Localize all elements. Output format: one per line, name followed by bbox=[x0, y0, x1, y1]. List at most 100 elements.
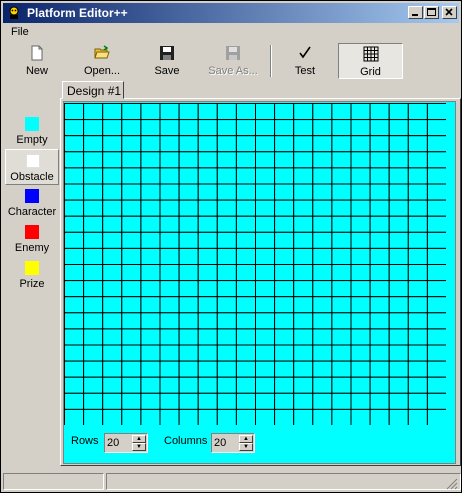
grid-cell[interactable] bbox=[121, 215, 142, 233]
grid-cell[interactable] bbox=[197, 199, 218, 217]
grid-cell[interactable] bbox=[178, 183, 199, 201]
grid-cell[interactable] bbox=[255, 247, 276, 265]
grid-cell[interactable] bbox=[64, 135, 85, 153]
grid-cell[interactable] bbox=[178, 408, 199, 425]
grid-cell[interactable] bbox=[159, 215, 180, 233]
grid-cell[interactable] bbox=[350, 344, 371, 362]
grid-cell[interactable] bbox=[140, 167, 161, 185]
grid-cell[interactable] bbox=[369, 296, 390, 314]
grid-cell[interactable] bbox=[102, 215, 123, 233]
grid-cell[interactable] bbox=[197, 231, 218, 249]
grid-cell[interactable] bbox=[121, 344, 142, 362]
new-button[interactable]: New bbox=[15, 43, 59, 79]
grid-cell[interactable] bbox=[140, 215, 161, 233]
grid-cell[interactable] bbox=[255, 392, 276, 410]
grid-cell[interactable] bbox=[293, 296, 314, 314]
grid-cell[interactable] bbox=[255, 296, 276, 314]
grid-cell[interactable] bbox=[293, 344, 314, 362]
grid-cell[interactable] bbox=[102, 360, 123, 378]
grid-cell[interactable] bbox=[83, 167, 104, 185]
grid-cell[interactable] bbox=[216, 296, 237, 314]
grid-cell[interactable] bbox=[369, 392, 390, 410]
grid-cell[interactable] bbox=[388, 312, 409, 330]
grid-cell[interactable] bbox=[426, 119, 446, 137]
grid-cell[interactable] bbox=[159, 135, 180, 153]
grid-cell[interactable] bbox=[235, 296, 256, 314]
tab-design-1[interactable]: Design #1 bbox=[62, 81, 124, 99]
grid-cell[interactable] bbox=[369, 119, 390, 137]
grid-cell[interactable] bbox=[293, 167, 314, 185]
grid-cell[interactable] bbox=[255, 135, 276, 153]
maximize-button[interactable] bbox=[424, 6, 439, 19]
grid-cell[interactable] bbox=[159, 167, 180, 185]
grid-cell[interactable] bbox=[64, 231, 85, 249]
grid-cell[interactable] bbox=[140, 376, 161, 394]
grid-cell[interactable] bbox=[350, 231, 371, 249]
grid-cell[interactable] bbox=[350, 151, 371, 169]
grid-cell[interactable] bbox=[197, 183, 218, 201]
grid-cell[interactable] bbox=[83, 360, 104, 378]
grid-cell[interactable] bbox=[197, 328, 218, 346]
grid-cell[interactable] bbox=[350, 376, 371, 394]
grid-cell[interactable] bbox=[407, 280, 428, 298]
grid-cell[interactable] bbox=[293, 135, 314, 153]
grid-cell[interactable] bbox=[178, 264, 199, 282]
grid-cell[interactable] bbox=[426, 135, 446, 153]
grid-cell[interactable] bbox=[121, 312, 142, 330]
grid-cell[interactable] bbox=[216, 135, 237, 153]
grid-cell[interactable] bbox=[121, 408, 142, 425]
grid-cell[interactable] bbox=[159, 360, 180, 378]
grid-cell[interactable] bbox=[178, 392, 199, 410]
grid-cell[interactable] bbox=[140, 231, 161, 249]
grid-cell[interactable] bbox=[312, 151, 333, 169]
grid-cell[interactable] bbox=[140, 360, 161, 378]
grid-cell[interactable] bbox=[235, 408, 256, 425]
grid-cell[interactable] bbox=[102, 328, 123, 346]
grid-cell[interactable] bbox=[216, 392, 237, 410]
grid-cell[interactable] bbox=[293, 247, 314, 265]
grid-cell[interactable] bbox=[312, 231, 333, 249]
grid-cell[interactable] bbox=[178, 360, 199, 378]
grid-cell[interactable] bbox=[216, 280, 237, 298]
grid-cell[interactable] bbox=[197, 215, 218, 233]
grid-cell[interactable] bbox=[255, 199, 276, 217]
grid-cell[interactable] bbox=[331, 215, 352, 233]
grid-cell[interactable] bbox=[83, 392, 104, 410]
grid-cell[interactable] bbox=[331, 280, 352, 298]
grid-cell[interactable] bbox=[350, 119, 371, 137]
grid-cell[interactable] bbox=[159, 408, 180, 425]
grid-cell[interactable] bbox=[350, 328, 371, 346]
grid-cell[interactable] bbox=[121, 183, 142, 201]
grid-cell[interactable] bbox=[159, 119, 180, 137]
grid-cell[interactable] bbox=[121, 280, 142, 298]
grid-cell[interactable] bbox=[426, 151, 446, 169]
grid-cell[interactable] bbox=[235, 151, 256, 169]
grid-cell[interactable] bbox=[331, 231, 352, 249]
grid-cell[interactable] bbox=[274, 167, 295, 185]
grid-cell[interactable] bbox=[331, 328, 352, 346]
grid-cell[interactable] bbox=[83, 119, 104, 137]
grid-cell[interactable] bbox=[407, 376, 428, 394]
grid-cell[interactable] bbox=[64, 151, 85, 169]
palette-item-empty[interactable]: Empty bbox=[5, 113, 59, 149]
resize-grip-icon[interactable] bbox=[446, 478, 458, 490]
grid-cell[interactable] bbox=[178, 296, 199, 314]
grid-cell[interactable] bbox=[350, 199, 371, 217]
rows-spin-up-button[interactable]: ▲ bbox=[132, 435, 146, 443]
grid-cell[interactable] bbox=[64, 392, 85, 410]
grid-cell[interactable] bbox=[64, 312, 85, 330]
grid-cell[interactable] bbox=[407, 199, 428, 217]
grid-cell[interactable] bbox=[255, 264, 276, 282]
grid-cell[interactable] bbox=[293, 408, 314, 425]
grid-cell[interactable] bbox=[293, 376, 314, 394]
grid-cell[interactable] bbox=[140, 312, 161, 330]
grid-cell[interactable] bbox=[331, 408, 352, 425]
grid-cell[interactable] bbox=[274, 296, 295, 314]
grid-cell[interactable] bbox=[274, 247, 295, 265]
grid-cell[interactable] bbox=[235, 103, 256, 121]
grid-cell[interactable] bbox=[197, 360, 218, 378]
grid-cell[interactable] bbox=[255, 183, 276, 201]
grid-cell[interactable] bbox=[83, 247, 104, 265]
grid-cell[interactable] bbox=[312, 408, 333, 425]
grid-cell[interactable] bbox=[159, 231, 180, 249]
